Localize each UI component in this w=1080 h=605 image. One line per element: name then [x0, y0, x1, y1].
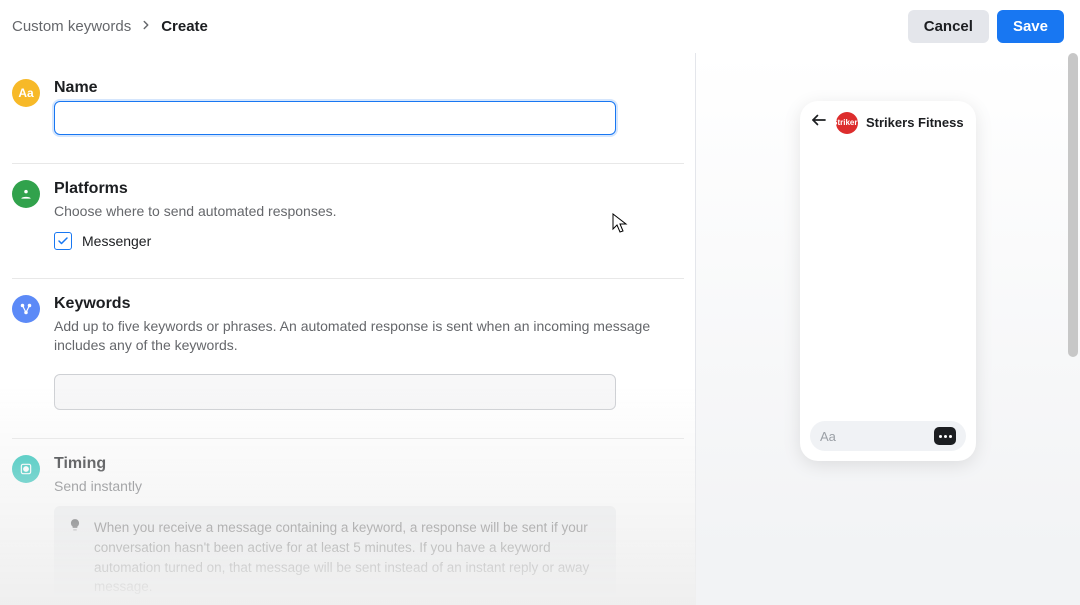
preview-message-input[interactable]: Aa: [810, 421, 966, 451]
chevron-right-icon: [139, 18, 153, 36]
scrollbar[interactable]: [1068, 53, 1078, 357]
section-timing: Timing Send instantly When you receive a…: [12, 439, 684, 605]
platform-option-messenger[interactable]: Messenger: [54, 232, 684, 250]
save-button[interactable]: Save: [997, 10, 1064, 43]
section-platforms: Platforms Choose where to send automated…: [12, 164, 684, 279]
breadcrumb: Custom keywords Create: [12, 18, 208, 36]
timing-info-box: When you receive a message containing a …: [54, 506, 616, 605]
name-input[interactable]: [54, 101, 616, 135]
keywords-input[interactable]: [54, 374, 616, 410]
lightbulb-icon: [68, 518, 84, 596]
avatar: Strikers: [836, 112, 858, 134]
topbar: Custom keywords Create Cancel Save: [0, 0, 1080, 53]
form-pane: Aa Name Platforms Choose where to send a…: [0, 53, 696, 605]
keywords-icon: [12, 295, 40, 323]
platforms-icon: [12, 180, 40, 208]
preview-pane: Strikers Strikers Fitness Aa: [696, 53, 1080, 605]
action-buttons: Cancel Save: [908, 10, 1064, 43]
preview-header: Strikers Strikers Fitness: [810, 111, 966, 134]
section-name: Aa Name: [12, 63, 684, 164]
checkbox-icon[interactable]: [54, 232, 72, 250]
cancel-button[interactable]: Cancel: [908, 10, 989, 43]
timing-note-text: When you receive a message containing a …: [94, 518, 602, 596]
preview-body: [810, 134, 966, 421]
preview-page-name: Strikers Fitness: [866, 115, 964, 130]
typing-indicator-icon: [934, 427, 956, 445]
name-icon: Aa: [12, 79, 40, 107]
timing-subtitle: Send instantly: [54, 477, 684, 497]
platform-option-label: Messenger: [82, 233, 151, 249]
breadcrumb-current: Create: [161, 18, 208, 35]
section-title-platforms: Platforms: [54, 180, 684, 198]
section-keywords: Keywords Add up to five keywords or phra…: [12, 279, 684, 439]
section-title-name: Name: [54, 79, 684, 97]
preview-input-placeholder: Aa: [820, 429, 926, 444]
breadcrumb-parent[interactable]: Custom keywords: [12, 18, 131, 35]
section-title-timing: Timing: [54, 455, 684, 473]
platforms-subtitle: Choose where to send automated responses…: [54, 202, 684, 222]
messenger-preview: Strikers Strikers Fitness Aa: [800, 101, 976, 461]
timing-icon: [12, 455, 40, 483]
back-arrow-icon[interactable]: [810, 111, 828, 134]
section-title-keywords: Keywords: [54, 295, 684, 313]
keywords-subtitle: Add up to five keywords or phrases. An a…: [54, 317, 684, 356]
